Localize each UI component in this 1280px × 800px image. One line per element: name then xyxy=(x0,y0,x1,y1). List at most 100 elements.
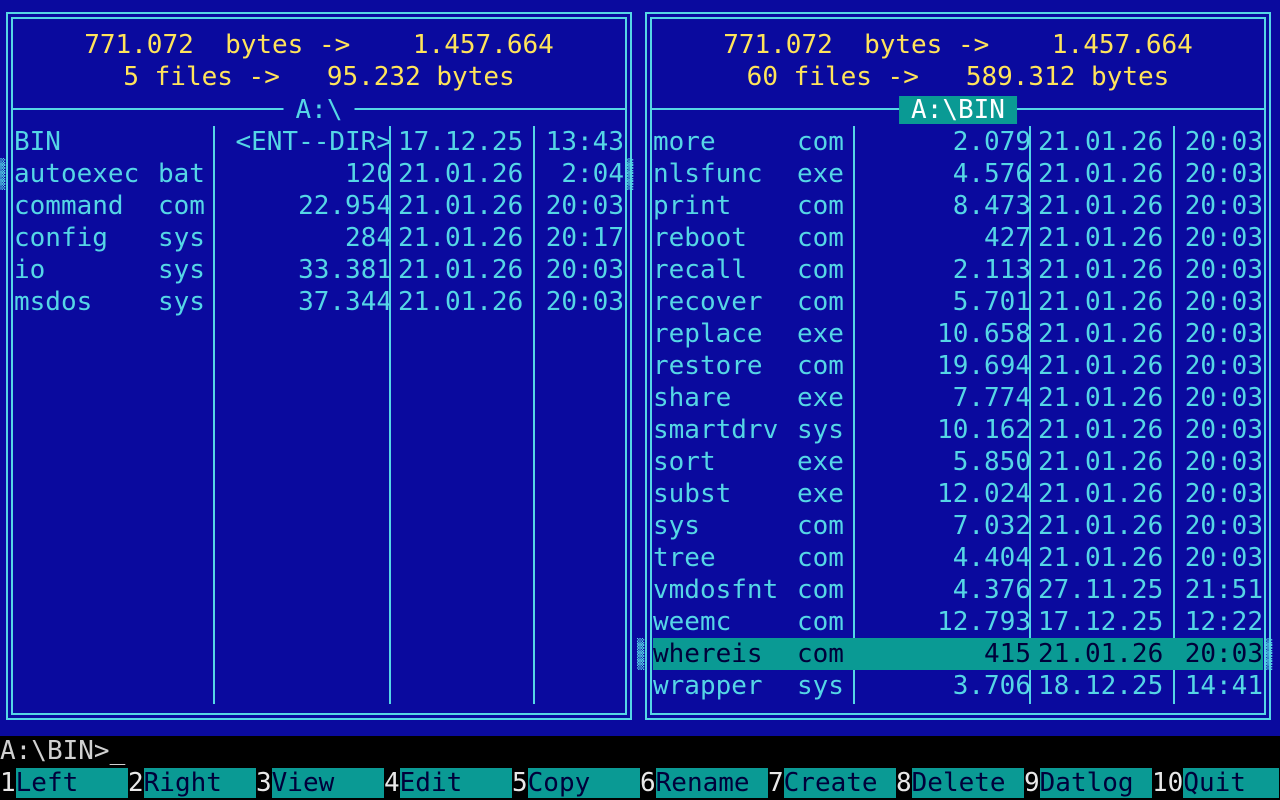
file-row[interactable]: autoexec bat 120 21.01.26 2:04 xyxy=(14,158,624,190)
file-time: 20:03 xyxy=(1184,223,1263,253)
file-row[interactable]: BIN <ENT--DIR> 17.12.25 13:43 xyxy=(14,126,624,158)
fkey-view[interactable]: 3View xyxy=(256,768,384,800)
fkey-edit[interactable]: 4Edit xyxy=(384,768,512,800)
file-date: 21.01.26 xyxy=(1038,191,1164,221)
fkey-number: 9 xyxy=(1024,768,1040,798)
fkey-datlog[interactable]: 9Datlog xyxy=(1024,768,1152,800)
file-name: command xyxy=(14,191,124,221)
file-ext: com xyxy=(797,255,844,285)
fkey-label: Create xyxy=(783,768,896,798)
file-row[interactable]: weemc com 12.793 17.12.25 12:22 xyxy=(653,606,1263,638)
fkey-quit[interactable]: 10Quit xyxy=(1152,768,1280,800)
file-date: 21.01.26 xyxy=(398,159,524,189)
fkey-rename[interactable]: 6Rename xyxy=(640,768,768,800)
file-row[interactable]: reboot com 427 21.01.26 20:03 xyxy=(653,222,1263,254)
fkey-number: 10 xyxy=(1152,768,1184,798)
file-time: 20:03 xyxy=(1184,511,1263,541)
file-name: nlsfunc xyxy=(653,159,763,189)
right-disk-space: 771.072 bytes -> 1.457.664 xyxy=(723,30,1193,60)
function-key-bar: 1Left 2Right 3View 4Edit 5Copy 6Rename 7Create… xyxy=(0,768,1280,800)
file-row[interactable]: command com 22.954 21.01.26 20:03 xyxy=(14,190,624,222)
file-row[interactable]: replace exe 10.658 21.01.26 20:03 xyxy=(653,318,1263,350)
file-row[interactable]: io sys 33.381 21.01.26 20:03 xyxy=(14,254,624,286)
fkey-copy[interactable]: 5Copy xyxy=(512,768,640,800)
file-time: 20:03 xyxy=(1184,543,1263,573)
fkey-number: 7 xyxy=(768,768,784,798)
file-ext: exe xyxy=(797,319,844,349)
fkey-label: Delete xyxy=(911,768,1024,798)
fkey-create[interactable]: 7Create xyxy=(768,768,896,800)
fkey-left[interactable]: 1Left xyxy=(0,768,128,800)
file-ext: com xyxy=(797,223,844,253)
file-row[interactable]: config sys 284 21.01.26 20:17 xyxy=(14,222,624,254)
file-row[interactable]: more com 2.079 21.01.26 20:03 xyxy=(653,126,1263,158)
file-row[interactable]: wrapper sys 3.706 18.12.25 14:41 xyxy=(653,670,1263,702)
file-ext: sys xyxy=(158,287,205,317)
file-row[interactable]: nlsfunc exe 4.576 21.01.26 20:03 xyxy=(653,158,1263,190)
file-time: 20:03 xyxy=(1184,127,1263,157)
command-line[interactable]: A:\BIN>_ xyxy=(0,736,1280,768)
file-row[interactable]: print com 8.473 21.01.26 20:03 xyxy=(653,190,1263,222)
left-panel[interactable]: 771.072 bytes -> 1.457.664 5 files -> 95… xyxy=(0,12,633,720)
file-date: 21.01.26 xyxy=(398,255,524,285)
file-row[interactable]: sort exe 5.850 21.01.26 20:03 xyxy=(653,446,1263,478)
file-size: 5.850 xyxy=(952,447,1031,477)
file-name: share xyxy=(653,383,732,413)
file-size: <ENT--DIR> xyxy=(235,127,392,157)
fkey-label: Datlog xyxy=(1039,768,1152,798)
right-file-list[interactable]: more com 2.079 21.01.26 20:03 nlsfunc exe 4.576… xyxy=(653,126,1263,702)
file-size: 4.404 xyxy=(952,543,1031,573)
file-row[interactable]: vmdosfnt com 4.376 27.11.25 21:51 xyxy=(653,574,1263,606)
file-ext: com xyxy=(797,575,844,605)
file-ext: com xyxy=(797,639,844,669)
file-date: 21.01.26 xyxy=(398,287,524,317)
fkey-delete[interactable]: 8Delete xyxy=(896,768,1024,800)
file-date: 21.01.26 xyxy=(398,223,524,253)
file-time: 20:03 xyxy=(545,287,624,317)
file-size: 37.344 xyxy=(298,287,392,317)
file-size: 4.376 xyxy=(952,575,1031,605)
file-row[interactable]: share exe 7.774 21.01.26 20:03 xyxy=(653,382,1263,414)
file-date: 21.01.26 xyxy=(1038,447,1164,477)
file-row[interactable]: subst exe 12.024 21.01.26 20:03 xyxy=(653,478,1263,510)
file-date: 21.01.26 xyxy=(1038,511,1164,541)
file-name: wrapper xyxy=(653,671,763,701)
file-size: 3.706 xyxy=(952,671,1031,701)
file-ext: com xyxy=(797,351,844,381)
file-row[interactable]: smartdrv sys 10.162 21.01.26 20:03 xyxy=(653,414,1263,446)
left-disk-space: 771.072 bytes -> 1.457.664 xyxy=(84,30,554,60)
file-date: 21.01.26 xyxy=(1038,159,1164,189)
file-row[interactable]: sys com 7.032 21.01.26 20:03 xyxy=(653,510,1263,542)
file-time: 20:03 xyxy=(1184,351,1263,381)
file-row[interactable]: recall com 2.113 21.01.26 20:03 xyxy=(653,254,1263,286)
right-panel[interactable]: 771.072 bytes -> 1.457.664 60 files -> 5… xyxy=(637,12,1272,720)
left-files-summary: 5 files -> 95.232 bytes xyxy=(123,62,515,92)
file-size: 12.024 xyxy=(937,479,1031,509)
file-time: 20:03 xyxy=(1184,255,1263,285)
file-row[interactable]: restore com 19.694 21.01.26 20:03 xyxy=(653,350,1263,382)
fkey-right[interactable]: 2Right xyxy=(128,768,256,800)
left-file-list[interactable]: BIN <ENT--DIR> 17.12.25 13:43 autoexec bat 120… xyxy=(14,126,624,318)
fkey-label: View xyxy=(271,768,384,798)
file-row[interactable]: recover com 5.701 21.01.26 20:03 xyxy=(653,286,1263,318)
fkey-label: Right xyxy=(143,768,256,798)
file-size: 8.473 xyxy=(952,191,1031,221)
file-ext: bat xyxy=(158,159,205,189)
file-time: 20:03 xyxy=(545,191,624,221)
file-row[interactable]: tree com 4.404 21.01.26 20:03 xyxy=(653,542,1263,574)
fkey-label: Left xyxy=(15,768,128,798)
file-size: 2.113 xyxy=(952,255,1031,285)
file-row[interactable]: msdos sys 37.344 21.01.26 20:03 xyxy=(14,286,624,318)
file-date: 21.01.26 xyxy=(1038,415,1164,445)
file-ext: com xyxy=(797,287,844,317)
file-date: 21.01.26 xyxy=(1038,127,1164,157)
file-date: 21.01.26 xyxy=(1038,543,1164,573)
file-name: io xyxy=(14,255,46,285)
file-time: 20:03 xyxy=(1184,191,1263,221)
file-name: recover xyxy=(653,287,763,317)
file-date: 21.01.26 xyxy=(1038,351,1164,381)
file-size: 284 xyxy=(345,223,392,253)
file-row[interactable]: whereis com 415 21.01.26 20:03 xyxy=(653,638,1263,670)
file-ext: com xyxy=(797,191,844,221)
file-ext: com xyxy=(797,127,844,157)
